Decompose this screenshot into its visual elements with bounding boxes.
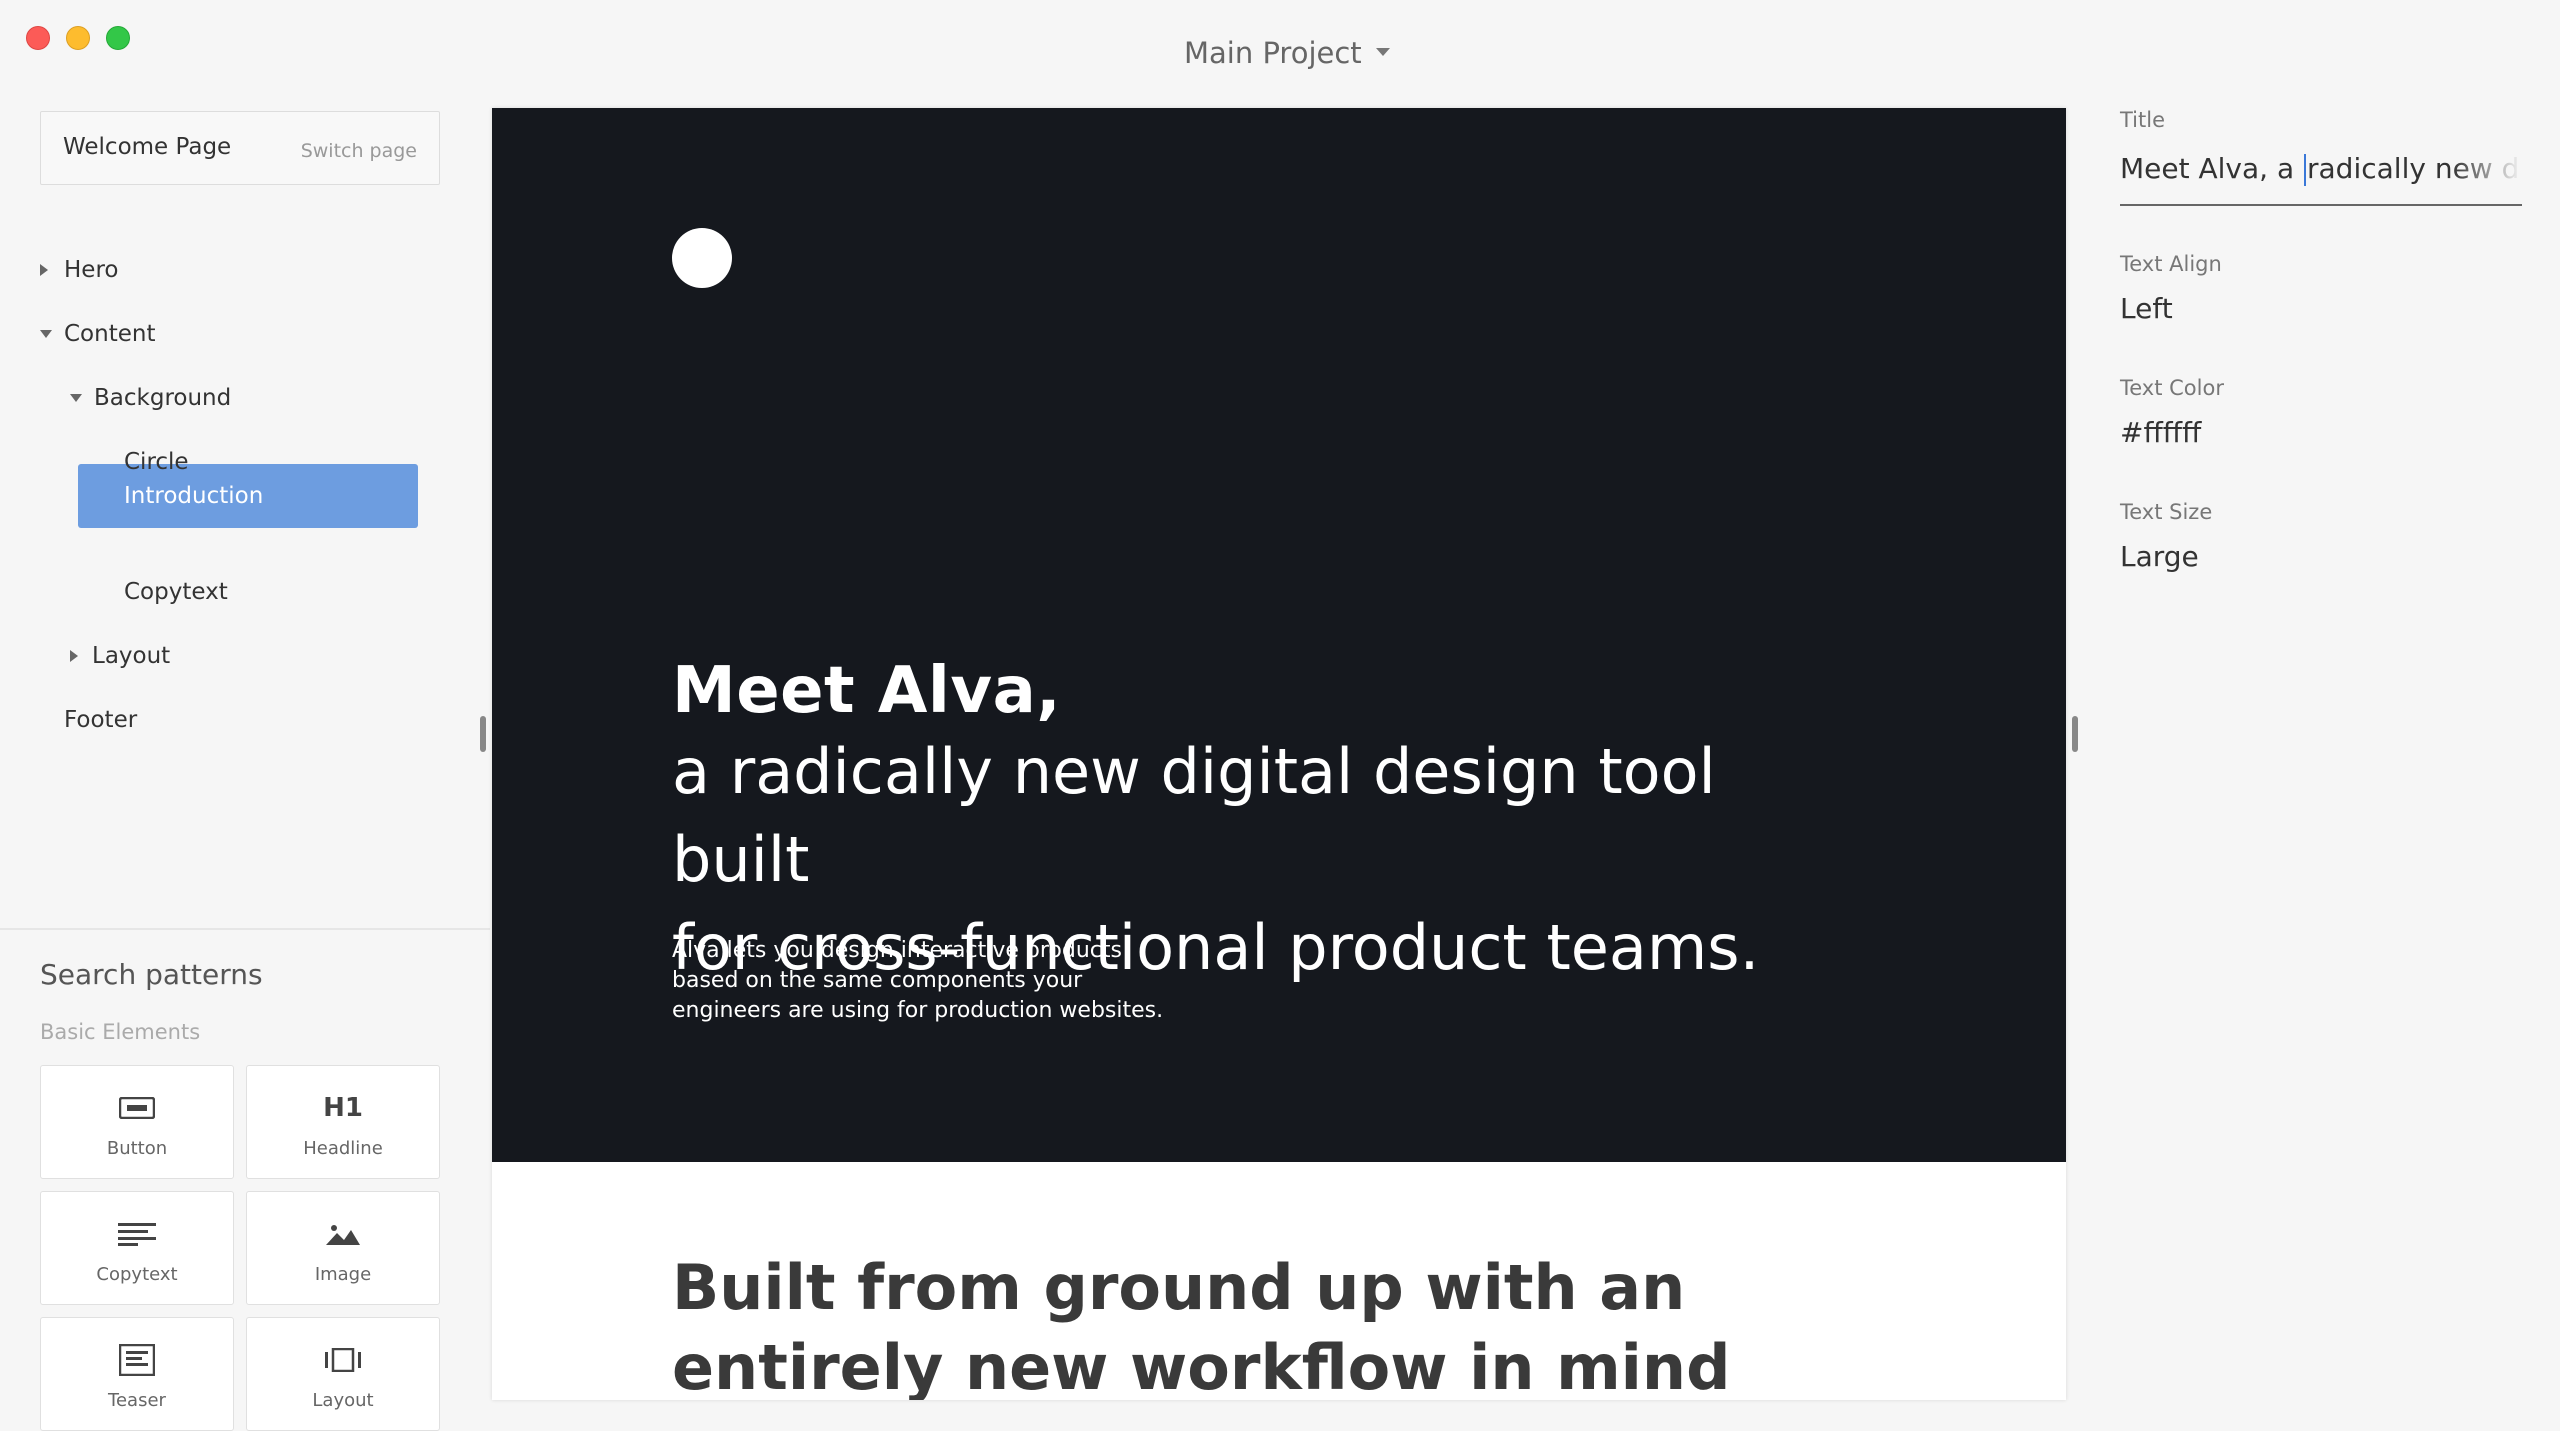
pattern-label: Copytext bbox=[96, 1264, 178, 1285]
tree-item-copytext[interactable]: Copytext bbox=[124, 560, 228, 624]
tree-item-label: Layout bbox=[92, 643, 171, 669]
tree-item-layout[interactable]: Layout bbox=[70, 624, 170, 688]
pattern-copytext[interactable]: Copytext bbox=[40, 1191, 234, 1305]
tree-item-label: Footer bbox=[64, 707, 138, 733]
section-headline-line: Built from ground up with an bbox=[672, 1251, 1686, 1324]
hero-introduction-line: a radically new digital design tool buil… bbox=[672, 735, 1716, 896]
pattern-category-label: Basic Elements bbox=[40, 1020, 201, 1044]
project-name: Main Project bbox=[1184, 36, 1362, 70]
page-switcher[interactable]: Welcome Page Switch page bbox=[40, 111, 440, 185]
window-maximize-button[interactable] bbox=[106, 26, 130, 50]
pattern-label: Headline bbox=[303, 1138, 383, 1159]
current-page-name: Welcome Page bbox=[63, 134, 232, 160]
sidebar-divider[interactable] bbox=[0, 928, 490, 930]
chevron-right-icon[interactable] bbox=[40, 264, 48, 276]
chevron-down-icon bbox=[1375, 48, 1390, 56]
text-align-label: Text Align bbox=[2120, 252, 2222, 276]
hero-headline[interactable]: Meet Alva, bbox=[672, 654, 1061, 728]
tree-item-label: Hero bbox=[64, 257, 119, 283]
image-icon bbox=[247, 1216, 439, 1252]
pattern-layout[interactable]: Layout bbox=[246, 1317, 440, 1431]
hero-copytext-line: engineers are using for production websi… bbox=[672, 998, 1164, 1023]
pattern-label: Button bbox=[106, 1138, 168, 1159]
tree-item-hero[interactable]: Hero bbox=[40, 238, 118, 302]
text-size-value[interactable]: Large bbox=[2120, 540, 2199, 573]
pattern-teaser[interactable]: Teaser bbox=[40, 1317, 234, 1431]
pattern-label: Layout bbox=[312, 1390, 374, 1411]
chevron-right-icon[interactable] bbox=[70, 650, 78, 662]
tree-item-introduction[interactable]: Introduction bbox=[124, 464, 263, 528]
pattern-headline[interactable]: H1 Headline bbox=[246, 1065, 440, 1179]
chevron-down-icon[interactable] bbox=[40, 330, 52, 338]
switch-page-link[interactable]: Switch page bbox=[301, 140, 417, 162]
section-headline[interactable]: Built from ground up with an entirely ne… bbox=[672, 1248, 1872, 1400]
sidebar: Welcome Page Switch page Hero Content Ba… bbox=[0, 108, 490, 1431]
layout-icon bbox=[247, 1342, 439, 1378]
hero-circle[interactable] bbox=[672, 228, 732, 288]
teaser-icon bbox=[41, 1342, 233, 1378]
properties-panel: Title Meet Alva, a radically new dig Tex… bbox=[2068, 108, 2560, 1400]
search-patterns-heading[interactable]: Search patterns bbox=[40, 958, 263, 991]
tree-item-label: Copytext bbox=[124, 579, 228, 605]
tree-item-background[interactable]: Background bbox=[70, 366, 231, 430]
text-color-value[interactable]: #ffffff bbox=[2120, 416, 2201, 449]
text-align-value[interactable]: Left bbox=[2120, 292, 2173, 325]
headline-icon: H1 bbox=[323, 1093, 363, 1123]
preview-canvas[interactable]: Meet Alva, a radically new digital desig… bbox=[492, 108, 2066, 1400]
title-input[interactable]: Meet Alva, a radically new dig bbox=[2120, 146, 2522, 206]
text-color-label: Text Color bbox=[2120, 376, 2224, 400]
tree-item-label: Introduction bbox=[124, 483, 264, 509]
project-switcher[interactable]: Main Project bbox=[1184, 36, 1390, 70]
pattern-label: Image bbox=[314, 1264, 372, 1285]
hero-copytext-line: Alva lets you design interactive product… bbox=[672, 938, 1122, 963]
tree-item-content[interactable]: Content bbox=[40, 302, 155, 366]
hero-section[interactable]: Meet Alva, a radically new digital desig… bbox=[492, 108, 2066, 1162]
tree-item-label: Content bbox=[64, 321, 156, 347]
pattern-button[interactable]: Button bbox=[40, 1065, 234, 1179]
section-headline-line: entirely new workflow in mind bbox=[672, 1331, 1731, 1400]
tree-item-label: Background bbox=[94, 385, 232, 411]
title-input-text-before: Meet Alva, a bbox=[2120, 152, 2304, 185]
text-size-label: Text Size bbox=[2120, 500, 2213, 524]
window-minimize-button[interactable] bbox=[66, 26, 90, 50]
title-bar: Main Project bbox=[0, 0, 2560, 108]
pattern-image[interactable]: Image bbox=[246, 1191, 440, 1305]
text-cursor bbox=[2304, 154, 2307, 186]
text-overflow-fade bbox=[2452, 146, 2522, 204]
copytext-icon bbox=[41, 1216, 233, 1252]
button-icon bbox=[41, 1090, 233, 1126]
window-close-button[interactable] bbox=[26, 26, 50, 50]
hero-copytext-line: based on the same components your bbox=[672, 968, 1083, 993]
chevron-down-icon[interactable] bbox=[70, 394, 82, 402]
hero-copytext[interactable]: Alva lets you design interactive product… bbox=[672, 936, 1192, 1026]
tree-item-footer[interactable]: Footer bbox=[64, 688, 137, 752]
pattern-label: Teaser bbox=[108, 1390, 166, 1411]
left-resize-handle[interactable] bbox=[480, 716, 486, 752]
title-label: Title bbox=[2120, 108, 2166, 132]
